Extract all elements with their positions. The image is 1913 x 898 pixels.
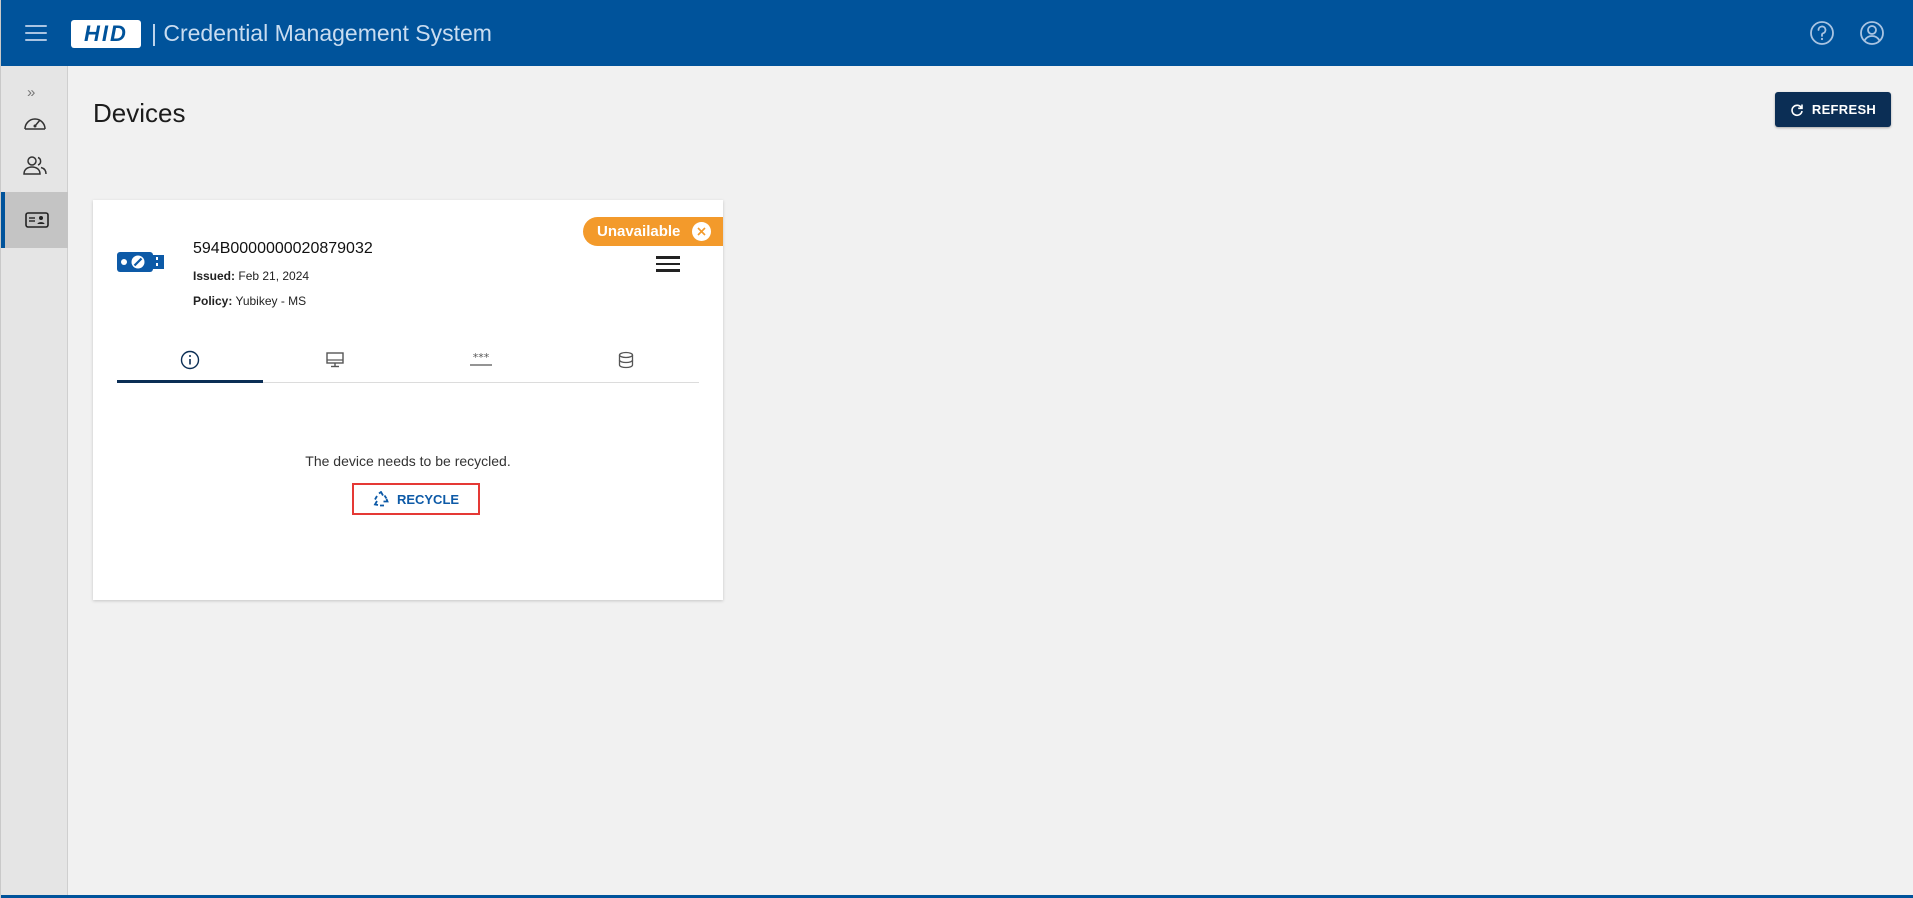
refresh-button[interactable]: REFRESH xyxy=(1775,92,1891,127)
recycle-button[interactable]: RECYCLE xyxy=(352,483,480,515)
users-icon xyxy=(22,156,47,175)
issued-value: Feb 21, 2024 xyxy=(238,269,310,283)
policy-value: Yubikey - MS xyxy=(235,294,307,308)
close-icon[interactable] xyxy=(692,222,711,241)
tab-database[interactable] xyxy=(554,338,700,382)
sidebar-item-users[interactable] xyxy=(1,145,68,185)
database-icon xyxy=(619,351,634,369)
tab-info[interactable] xyxy=(117,338,263,383)
pin-icon: *** xyxy=(469,351,492,366)
expand-sidebar-icon[interactable]: » xyxy=(27,84,35,101)
device-tabs: *** xyxy=(117,338,699,383)
issued-label: Issued: xyxy=(193,269,236,283)
refresh-label: REFRESH xyxy=(1811,102,1877,117)
menu-icon[interactable] xyxy=(25,25,47,41)
card-menu-icon[interactable] xyxy=(656,256,680,274)
dashboard-icon xyxy=(23,118,46,130)
recycle-label: RECYCLE xyxy=(396,491,460,507)
info-icon xyxy=(180,350,199,370)
tab-pin[interactable]: *** xyxy=(408,338,554,382)
device-serial: 594B0000000020879032 xyxy=(193,240,373,257)
devices-icon xyxy=(24,212,49,228)
usb-key-icon xyxy=(117,250,165,279)
refresh-icon xyxy=(1791,103,1803,116)
help-icon[interactable] xyxy=(1809,20,1835,46)
logo-text: HID xyxy=(84,21,128,46)
sidebar: » xyxy=(1,66,68,898)
page-title: Devices xyxy=(93,98,186,128)
sidebar-item-devices[interactable] xyxy=(1,192,68,248)
issued-row: Issued: Feb 21, 2024 xyxy=(193,269,309,283)
hid-logo: HID xyxy=(71,20,141,48)
tab-monitor[interactable] xyxy=(263,338,409,382)
app-title: | Credential Management System xyxy=(151,20,492,46)
sidebar-item-dashboard[interactable] xyxy=(1,103,68,143)
status-badge: Unavailable xyxy=(583,217,723,246)
account-icon[interactable] xyxy=(1859,20,1885,46)
recycle-icon xyxy=(373,491,389,507)
status-text: Unavailable xyxy=(597,223,681,240)
recycle-message: The device needs to be recycled. xyxy=(305,453,511,469)
policy-label: Policy: xyxy=(193,294,233,308)
policy-row: Policy: Yubikey - MS xyxy=(193,294,306,308)
top-bar: HID | Credential Management System xyxy=(1,0,1913,66)
monitor-icon xyxy=(326,352,344,368)
device-card: 594B0000000020879032 Issued: Feb 21, 202… xyxy=(93,200,723,600)
svg-text:***: *** xyxy=(473,351,490,364)
